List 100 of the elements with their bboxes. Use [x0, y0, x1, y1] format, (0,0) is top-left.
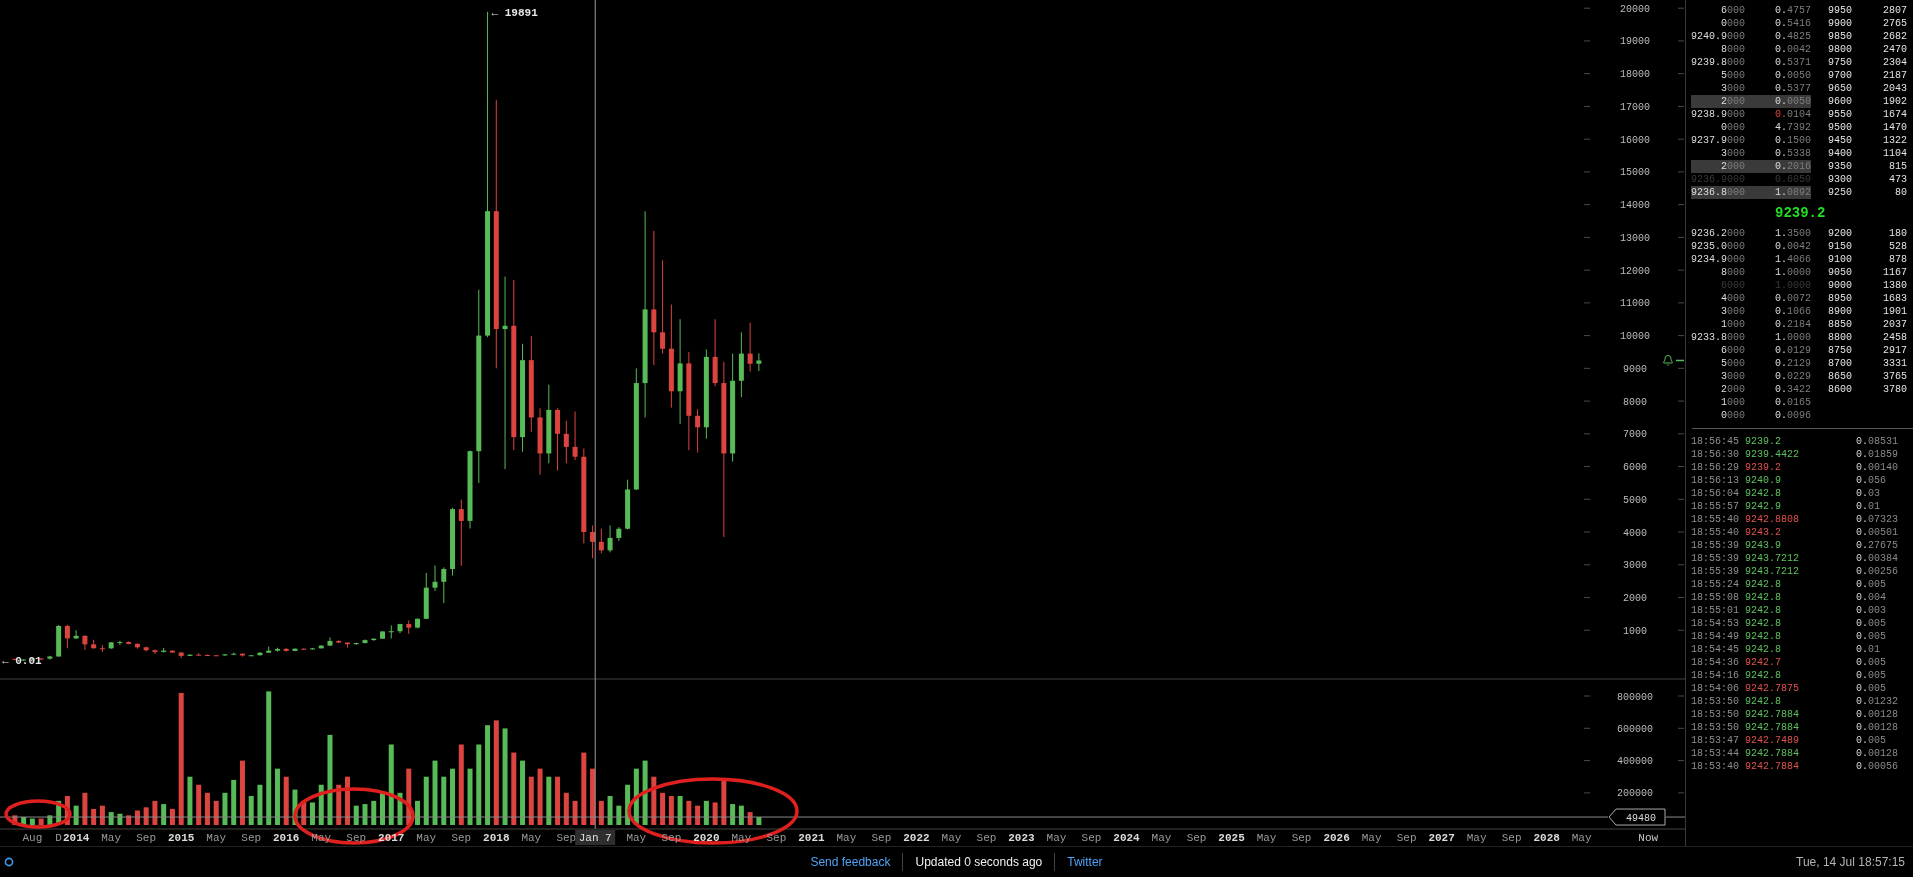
axis-label: May [521, 832, 542, 844]
trade-price: 9242.8 [1745, 487, 1782, 500]
axis-label: Now [1638, 832, 1659, 844]
trade-time: 18:54:16 [1691, 669, 1740, 682]
trade-time: 18:53:44 [1691, 747, 1740, 760]
price-level: 8650 [1828, 370, 1852, 383]
axis-label: 2016 [273, 832, 300, 844]
price-level: 8950 [1828, 292, 1852, 305]
axis-label: 14000 [1620, 200, 1650, 212]
cumulative-total: 528 [1888, 240, 1907, 253]
order-amount: 0.3422 [1773, 383, 1811, 396]
price-level: 9350 [1828, 160, 1852, 173]
highlight-ellipse [4, 799, 72, 829]
price-level: 9400 [1828, 147, 1852, 160]
clock-text: Tue, 14 Jul 18:57:15 [1796, 854, 1905, 871]
trade-time: 18:54:49 [1691, 630, 1740, 643]
order-amount: 4.7392 [1773, 121, 1811, 134]
order-price: 9236.8000 [1691, 186, 1745, 199]
order-price: 2000 [1691, 95, 1745, 108]
axis-label: 600000 [1617, 723, 1653, 735]
order-price: 3000 [1719, 305, 1745, 318]
axis-label: 2000 [1623, 593, 1647, 604]
axis-label: 5000 [1623, 494, 1647, 506]
cumulative-total: 1470 [1882, 121, 1907, 134]
price-level: 9300 [1828, 173, 1852, 186]
order-price: 9239.8000 [1691, 56, 1745, 69]
cumulative-total: 2765 [1882, 17, 1907, 30]
price-level: 9200 [1828, 227, 1852, 240]
order-amount: 1.0892 [1745, 186, 1811, 199]
trade-time: 18:53:50 [1691, 695, 1740, 708]
axis-label: 19000 [1620, 36, 1650, 48]
axis-label: Sep [1081, 832, 1102, 844]
axis-label: May [1256, 832, 1277, 844]
axis-label: Sep [241, 832, 262, 844]
axis-label: 2014 [62, 832, 90, 844]
price-level: 9150 [1828, 240, 1852, 253]
trade-time: 18:54:45 [1691, 643, 1740, 656]
trade-price: 9242.8 [1745, 630, 1782, 643]
bell-icon [1663, 355, 1685, 366]
order-amount: 0.4757 [1773, 4, 1811, 17]
order-amount: 0.0104 [1773, 108, 1811, 121]
order-price: 9234.9000 [1691, 253, 1745, 266]
trade-time: 18:55:39 [1691, 565, 1740, 578]
cumulative-total: 2187 [1882, 69, 1907, 82]
price-level: 9900 [1828, 17, 1852, 30]
trade-amount: 0.005 [1856, 682, 1887, 695]
footer-link[interactable]: Twitter [1055, 853, 1115, 871]
axis-label: 2015 [168, 832, 195, 844]
footer-link[interactable]: Send feedback [798, 853, 903, 871]
trade-amount: 0.005 [1856, 617, 1887, 630]
price-level: 9600 [1828, 95, 1852, 108]
cumulative-total: 2470 [1882, 43, 1907, 56]
price-level: 9850 [1828, 30, 1852, 43]
price-level: 9100 [1828, 253, 1852, 266]
axis-label: 400000 [1617, 756, 1653, 768]
axis-label: 2028 [1533, 832, 1560, 844]
axis-label: 20000 [1620, 3, 1650, 15]
trade-price: 9243.7212 [1745, 565, 1800, 578]
cumulative-total: 1104 [1882, 147, 1907, 160]
trade-amount: 0.00056 [1856, 760, 1899, 773]
axis-label: 2020 [693, 832, 720, 844]
order-price: 0000 [1719, 121, 1745, 134]
cumulative-total: 2037 [1882, 318, 1907, 331]
axis-label: Sep [451, 832, 472, 844]
axis-label: 18000 [1620, 69, 1650, 81]
axis-label: Sep [1501, 832, 1522, 844]
axis-label: May [101, 832, 122, 844]
axis-label: 13000 [1620, 232, 1650, 244]
price-level: 9500 [1828, 121, 1852, 134]
cumulative-total: 2458 [1882, 331, 1907, 344]
trade-price: 9242.8 [1745, 591, 1782, 604]
trade-time: 18:55:39 [1691, 552, 1740, 565]
order-price: 9233.8000 [1691, 331, 1745, 344]
order-amount: 0.0042 [1773, 43, 1811, 56]
price-level: 9750 [1828, 56, 1852, 69]
trade-price: 9243.2 [1745, 526, 1782, 539]
price-level: 9000 [1828, 279, 1852, 292]
trade-time: 18:53:50 [1691, 721, 1740, 734]
trade-time: 18:56:29 [1691, 461, 1740, 474]
price-level: 9650 [1828, 82, 1852, 95]
axis-label: 9000 [1623, 363, 1647, 375]
axis-label: Sep [136, 832, 157, 844]
price-level: 9450 [1828, 134, 1852, 147]
trade-time: 18:56:13 [1691, 474, 1740, 487]
trade-time: 18:56:04 [1691, 487, 1740, 500]
order-amount: 0.5416 [1773, 17, 1811, 30]
axis-label: 200000 [1617, 788, 1653, 800]
cumulative-total: 1683 [1882, 292, 1907, 305]
order-price: 2000 [1691, 160, 1745, 173]
trade-time: 18:53:47 [1691, 734, 1740, 747]
trade-amount: 0.00128 [1856, 747, 1899, 760]
trade-time: 18:55:24 [1691, 578, 1740, 591]
cumulative-total: 1167 [1882, 266, 1907, 279]
trade-price: 9239.4422 [1745, 448, 1800, 461]
trade-time: 18:55:08 [1691, 591, 1740, 604]
axis-label: Sep [871, 832, 892, 844]
trade-time: 18:53:40 [1691, 760, 1740, 773]
axis-label: May [1046, 832, 1067, 844]
order-price: 8000 [1719, 266, 1745, 279]
trade-price: 9242.8 [1745, 669, 1782, 682]
